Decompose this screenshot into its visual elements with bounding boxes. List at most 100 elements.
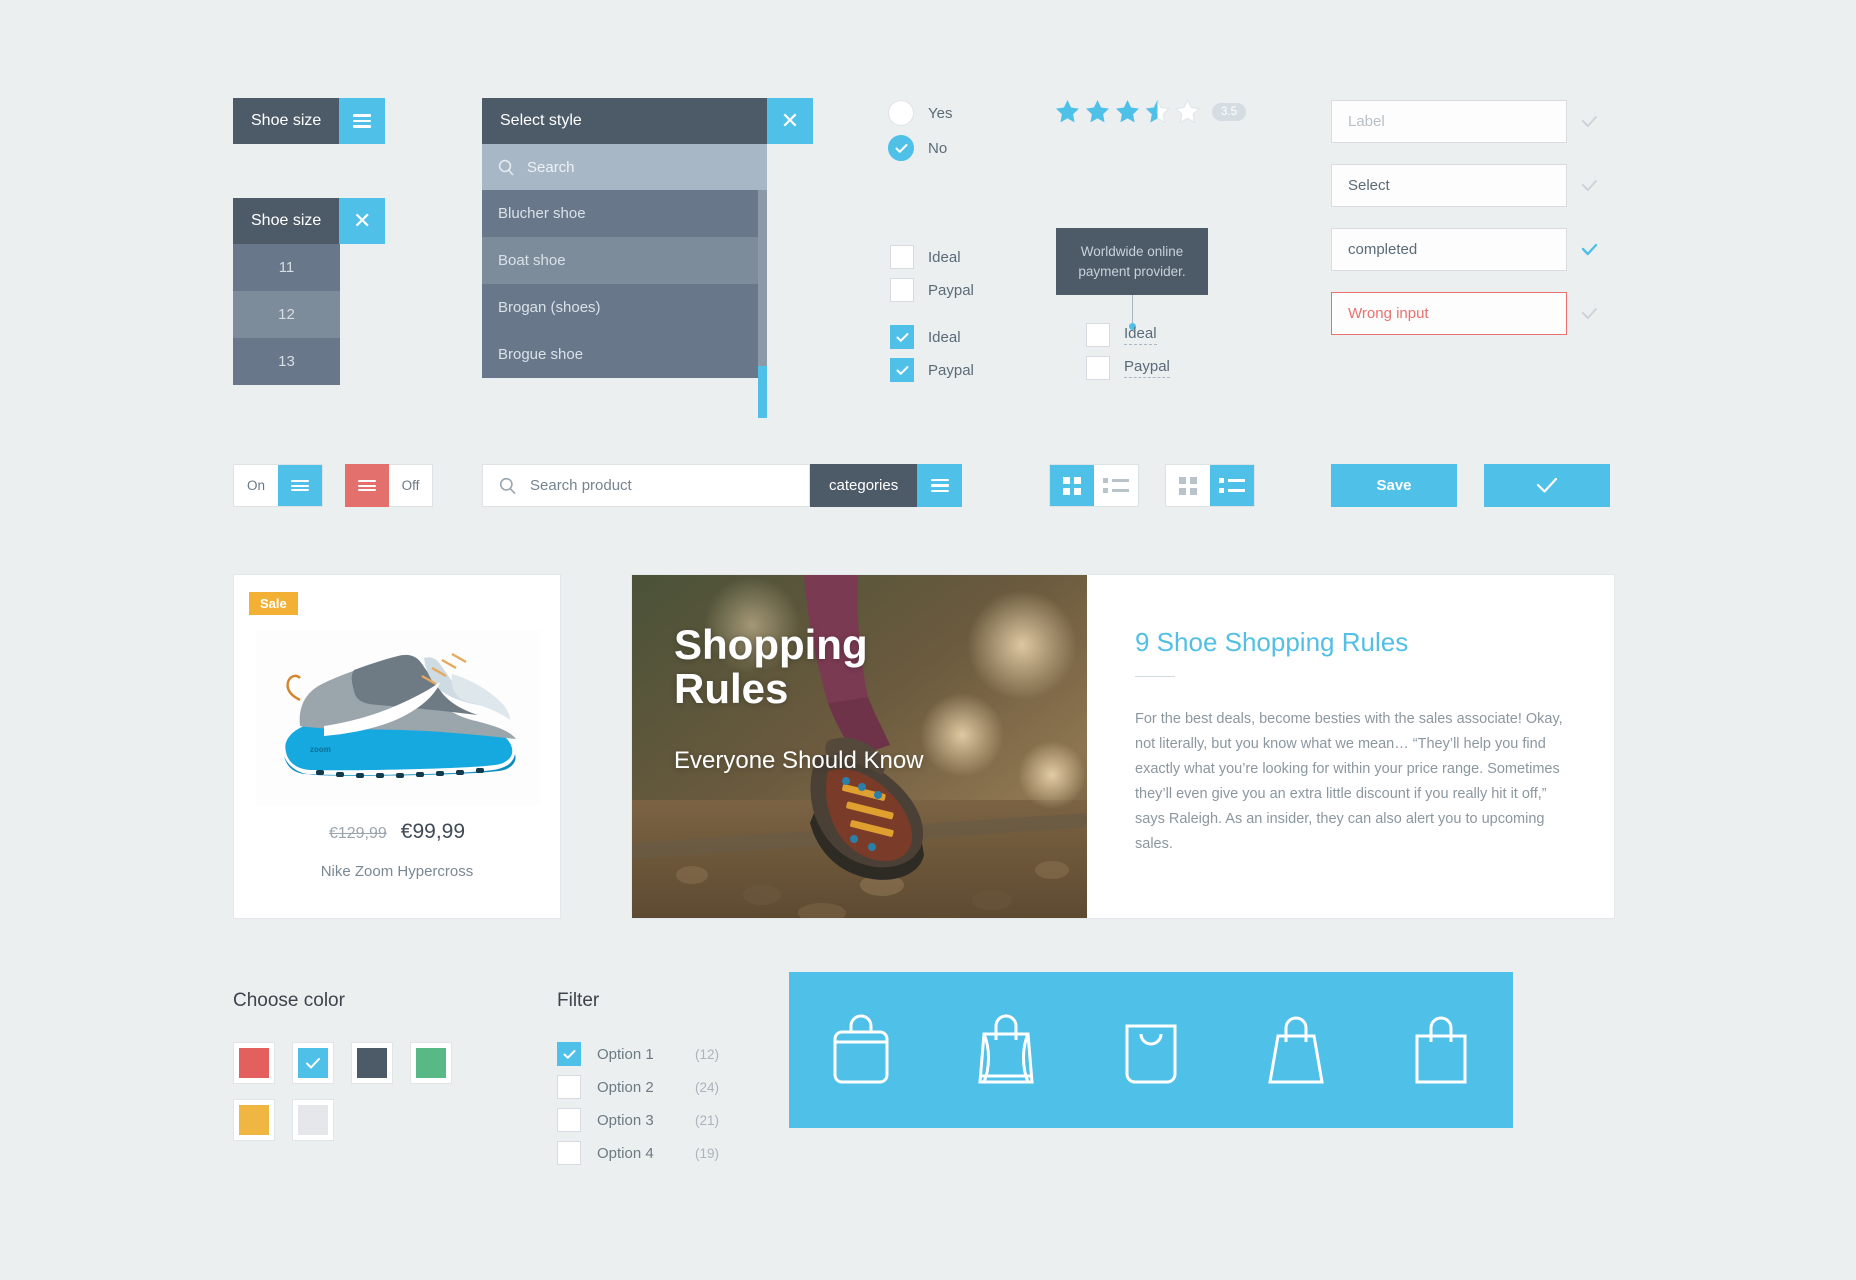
- checkbox-unchecked-icon: [557, 1075, 581, 1099]
- product-image: zoom: [256, 630, 540, 805]
- filter-option[interactable]: Option 4 (19): [557, 1141, 719, 1165]
- search-input[interactable]: Search product: [482, 464, 810, 507]
- choose-color-title: Choose color: [233, 990, 345, 1011]
- hamburger-icon[interactable]: [339, 98, 386, 144]
- form-field-row: completed: [1331, 228, 1598, 271]
- check-icon-active: [1581, 243, 1598, 255]
- star-rating[interactable]: 3.5: [1055, 100, 1246, 124]
- checkbox-unchecked-icon: [557, 1108, 581, 1132]
- color-swatch-blue-selected[interactable]: [292, 1042, 334, 1084]
- checkbox-unchecked-icon: [1086, 323, 1110, 347]
- view-toggle-list-active[interactable]: [1165, 464, 1255, 507]
- checkbox-checked-icon: [890, 358, 914, 382]
- label-input[interactable]: Label: [1331, 100, 1567, 143]
- scrollbar-track[interactable]: [758, 190, 767, 378]
- size-option[interactable]: 13: [233, 338, 340, 385]
- checkbox-row[interactable]: Paypal: [890, 358, 974, 382]
- select-style-title: Select style: [482, 98, 767, 144]
- old-price: €129,99: [328, 825, 387, 842]
- star-half-icon: [1145, 100, 1170, 124]
- checkbox-label: Paypal: [928, 361, 974, 379]
- list-view-icon[interactable]: [1094, 465, 1138, 506]
- filter-count: (24): [695, 1079, 720, 1095]
- check-icon: [1582, 179, 1597, 191]
- toggle-switch-on[interactable]: On: [233, 464, 323, 507]
- checkbox-row[interactable]: Ideal: [1086, 323, 1170, 347]
- list-view-icon[interactable]: [1210, 465, 1254, 506]
- shoe-size-dropdown-collapsed[interactable]: Shoe size: [233, 98, 386, 144]
- size-option[interactable]: 11: [233, 244, 340, 291]
- article-title[interactable]: 9 Shoe Shopping Rules: [1135, 627, 1566, 658]
- style-option[interactable]: Blucher shoe: [482, 190, 767, 237]
- color-swatch-green[interactable]: [410, 1042, 452, 1084]
- checkbox-label[interactable]: Ideal: [1124, 325, 1157, 345]
- checkbox-label[interactable]: Paypal: [1124, 358, 1170, 378]
- radio-unchecked-icon: [888, 100, 914, 126]
- shopping-bag-handle-cutout-icon[interactable]: [1119, 1012, 1183, 1088]
- rating-value-badge: 3.5: [1212, 103, 1246, 121]
- product-card[interactable]: Sale zoom €129,99 €99,99 Nike Zoom Hyper…: [233, 574, 561, 919]
- color-swatch-red[interactable]: [233, 1042, 275, 1084]
- save-button[interactable]: Save: [1331, 464, 1457, 507]
- color-swatch-grey[interactable]: [292, 1099, 334, 1141]
- shopping-bag-paper-icon[interactable]: [974, 1012, 1038, 1088]
- radio-option-yes[interactable]: Yes: [888, 100, 952, 126]
- toggle-switch-off[interactable]: Off: [345, 464, 433, 507]
- new-price: €99,99: [400, 820, 466, 843]
- categories-button[interactable]: categories: [810, 464, 918, 507]
- shopping-bag-trapezoid-icon[interactable]: [1264, 1012, 1328, 1088]
- size-option[interactable]: 12: [233, 291, 340, 338]
- radio-label: No: [928, 139, 948, 157]
- view-toggle-grid-active[interactable]: [1049, 464, 1139, 507]
- search-placeholder: Search product: [530, 477, 632, 494]
- close-icon[interactable]: ✕: [767, 98, 813, 144]
- close-icon[interactable]: ✕: [339, 198, 386, 244]
- checkbox-label: Paypal: [928, 281, 974, 299]
- shopping-bag-square-icon[interactable]: [1409, 1012, 1473, 1088]
- select-style-panel[interactable]: Select style ✕ Search Blucher shoe Boat …: [482, 98, 813, 418]
- confirm-button[interactable]: [1484, 464, 1610, 507]
- hamburger-icon[interactable]: [278, 465, 322, 506]
- search-icon: [498, 159, 514, 176]
- filter-option[interactable]: Option 2 (24): [557, 1075, 719, 1099]
- shoe-size-dropdown-open[interactable]: Shoe size ✕ 11 12 13: [233, 198, 386, 385]
- filter-option[interactable]: Option 3 (21): [557, 1108, 719, 1132]
- filter-label: Option 1: [597, 1045, 654, 1063]
- check-icon: [1582, 307, 1597, 319]
- shopping-bag-rounded-icon[interactable]: [829, 1012, 893, 1088]
- choose-color-section: Choose color: [233, 990, 452, 1141]
- filter-label: Option 4: [597, 1144, 654, 1162]
- style-option[interactable]: Boat shoe: [482, 237, 767, 284]
- color-swatch-slate[interactable]: [351, 1042, 393, 1084]
- tooltip-connector-line: [1131, 295, 1133, 324]
- shoe-size-open-title: Shoe size: [233, 198, 340, 244]
- hamburger-icon[interactable]: [917, 464, 963, 507]
- color-swatch-yellow[interactable]: [233, 1099, 275, 1141]
- checkbox-row[interactable]: Ideal: [890, 245, 974, 269]
- radio-option-no[interactable]: No: [888, 135, 952, 161]
- grid-view-icon[interactable]: [1166, 465, 1210, 506]
- select-input[interactable]: Select: [1331, 164, 1567, 207]
- style-option[interactable]: Brogan (shoes): [482, 284, 767, 331]
- hero-subheading: Everyone Should Know: [674, 747, 924, 775]
- radio-label: Yes: [928, 104, 953, 122]
- scrollbar-thumb[interactable]: [758, 366, 767, 418]
- checkbox-group-unchecked: Ideal Paypal: [890, 245, 974, 311]
- hamburger-icon[interactable]: [345, 464, 389, 507]
- style-option[interactable]: Brogue shoe: [482, 331, 767, 378]
- check-icon: [1582, 115, 1597, 127]
- shoe-illustration: zoom: [284, 652, 516, 778]
- grid-view-icon[interactable]: [1050, 465, 1094, 506]
- article-card[interactable]: Shopping Rules Everyone Should Know 9 Sh…: [631, 574, 1615, 919]
- sale-badge: Sale: [249, 592, 298, 615]
- checkbox-row[interactable]: Paypal: [890, 278, 974, 302]
- style-search-field[interactable]: Search: [482, 144, 767, 190]
- error-input[interactable]: Wrong input: [1331, 292, 1567, 335]
- checkbox-row[interactable]: Ideal: [890, 325, 974, 349]
- filter-option[interactable]: Option 1 (12): [557, 1042, 719, 1066]
- filter-title: Filter: [557, 990, 600, 1011]
- completed-input[interactable]: completed: [1331, 228, 1567, 271]
- checkbox-row[interactable]: Paypal: [1086, 356, 1170, 380]
- product-search-bar[interactable]: Search product categories: [482, 464, 963, 507]
- shoe-size-dropdown-title: Shoe size: [233, 98, 340, 144]
